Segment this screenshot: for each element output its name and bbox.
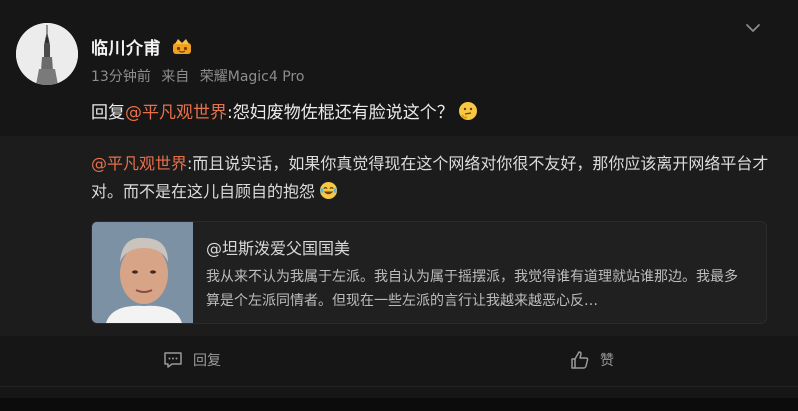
embedded-post-author[interactable]: @坦斯泼爱父国国美 (206, 235, 350, 259)
comment-icon (164, 352, 182, 368)
quoted-mention-link[interactable]: @平凡观世界 (91, 154, 187, 173)
avatar[interactable] (16, 23, 78, 85)
laughing-tears-emoji (319, 181, 338, 209)
divider (0, 386, 798, 387)
username[interactable]: 临川介甫 (91, 34, 161, 59)
source-prefix: 来自 (161, 69, 190, 85)
embedded-post-thumbnail (92, 222, 193, 323)
reply-prefix: 回复 (91, 103, 125, 123)
action-bar: 回复 赞 (0, 336, 798, 386)
like-button-label: 赞 (600, 353, 614, 369)
reply-text: :怨妇废物佐棍还有脸说这个？ (227, 103, 454, 123)
thinking-face-emoji (458, 101, 478, 126)
reply-mention-link[interactable]: @平凡观世界 (125, 103, 227, 123)
like-button[interactable]: 赞 (570, 350, 614, 370)
reply-button-label: 回复 (193, 353, 221, 369)
avatar-image (16, 23, 78, 85)
quoted-text: :而且说实话，如果你真觉得现在这个网络对你很不友好，那你应该离开网络平台才对。而… (91, 154, 769, 201)
quoted-comment: @平凡观世界:而且说实话，如果你真觉得现在这个网络对你很不友好，那你应该离开网络… (91, 150, 771, 209)
reply-content: 回复@平凡观世界:怨妇废物佐棍还有脸说这个？ (91, 98, 478, 126)
embedded-post-card[interactable]: @坦斯泼爱父国国美 我从来不认为我属于左派。我自认为属于摇摆派，我觉得谁有道理就… (91, 221, 767, 324)
chevron-down-icon[interactable] (745, 22, 761, 34)
feed-gap (0, 398, 798, 411)
crown-badge-icon (173, 39, 191, 54)
thumbs-up-icon (571, 351, 589, 369)
reply-button[interactable]: 回复 (163, 350, 221, 370)
embedded-post-text: 我从来不认为我属于左派。我自认为属于摇摆派，我觉得谁有道理就站谁那边。我最多算是… (206, 269, 738, 309)
post-time: 13分钟前 (91, 69, 151, 85)
source-device[interactable]: 荣耀Magic4 Pro (200, 69, 305, 85)
post-meta: 13分钟前 来自 荣耀Magic4 Pro (91, 66, 310, 86)
